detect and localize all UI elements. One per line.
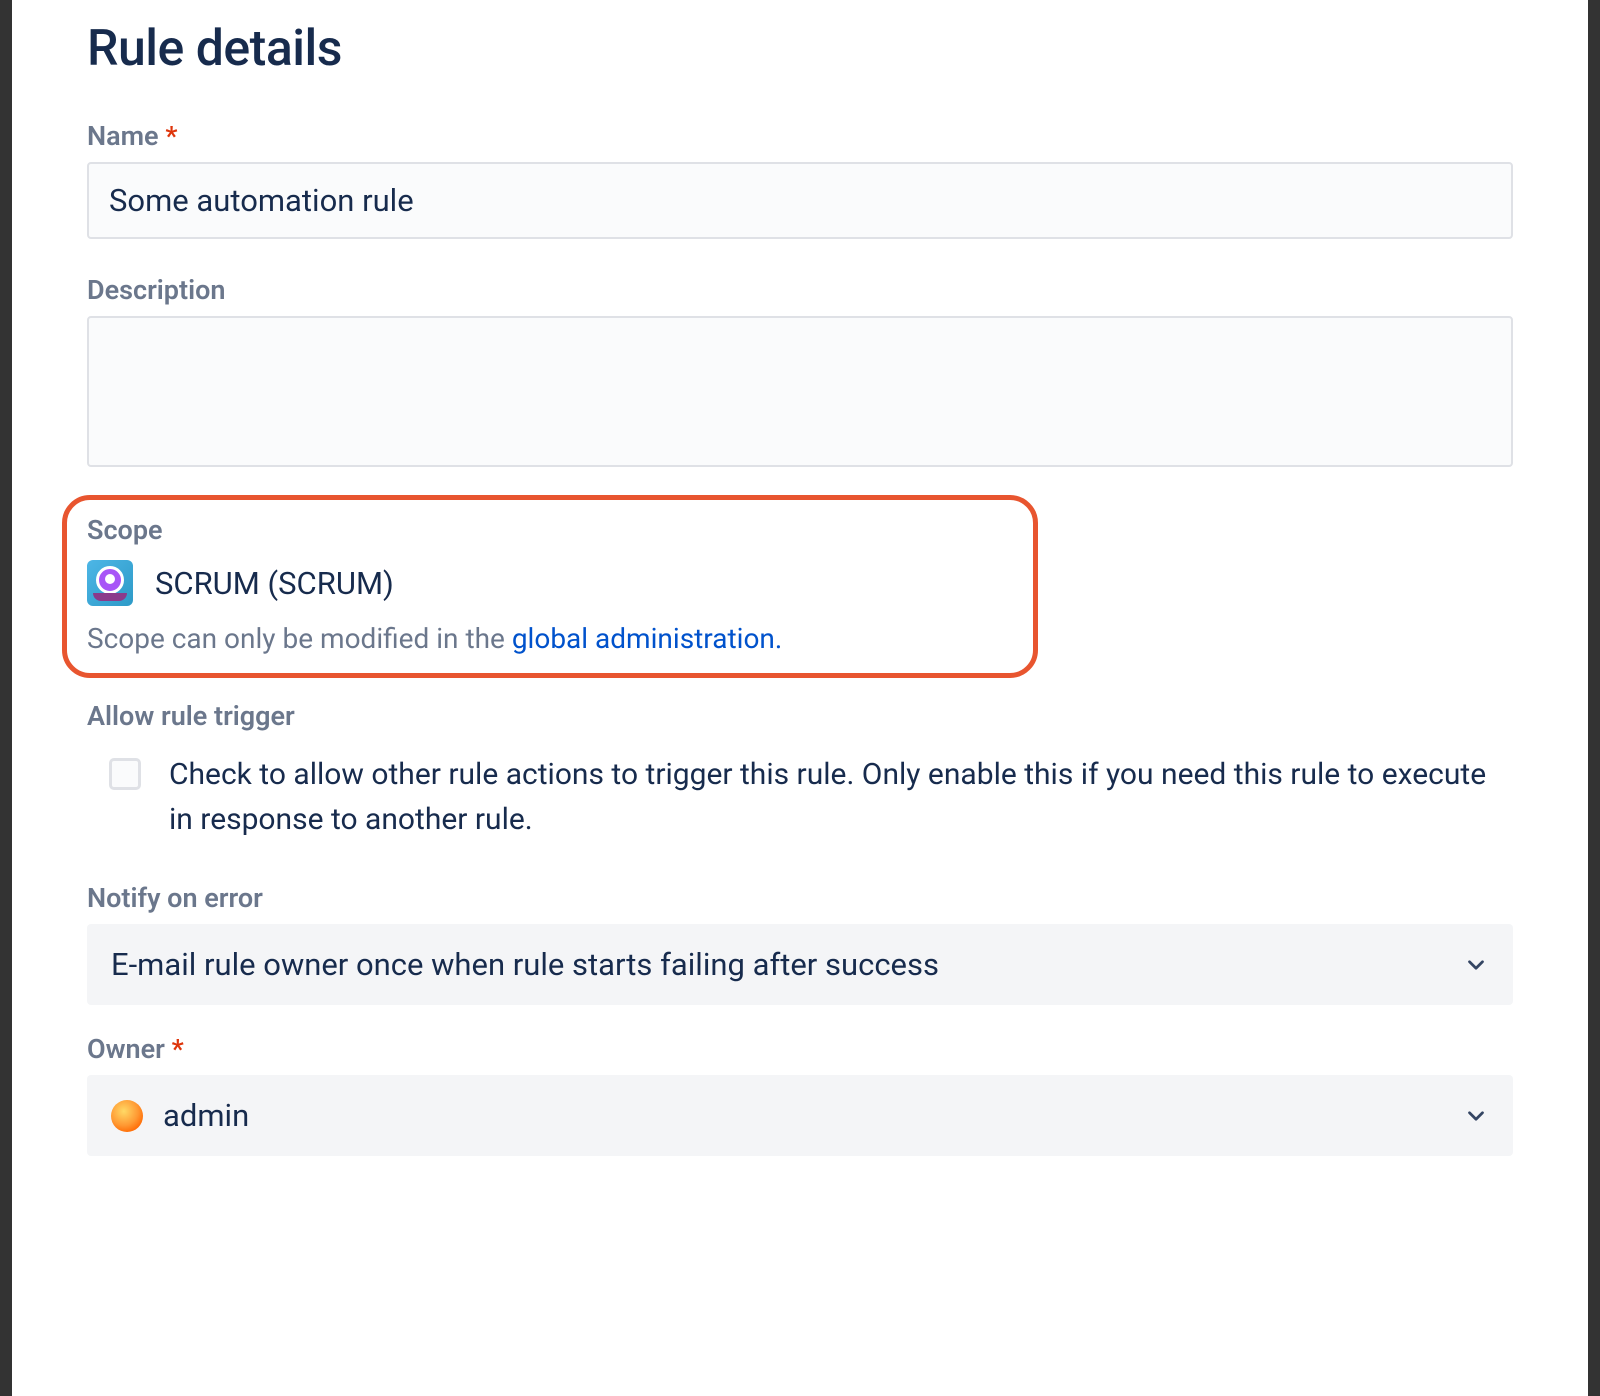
notify-on-error-group: Notify on error E-mail rule owner once w… — [87, 882, 1513, 1005]
owner-select[interactable]: admin — [87, 1075, 1513, 1156]
notify-on-error-label: Notify on error — [87, 882, 1513, 914]
name-field-group: Name * — [87, 120, 1513, 239]
description-label: Description — [87, 274, 1513, 306]
description-input[interactable] — [87, 316, 1513, 467]
owner-group: Owner * admin — [87, 1033, 1513, 1156]
owner-label: Owner * — [87, 1033, 1513, 1065]
allow-trigger-checkbox[interactable] — [109, 758, 141, 790]
name-input[interactable] — [87, 162, 1513, 239]
global-administration-link[interactable]: global administration. — [512, 622, 782, 655]
scope-hint-text: Scope can only be modified in the — [87, 622, 512, 655]
scope-project-row: SCRUM (SCRUM) — [87, 560, 1013, 606]
page-title: Rule details — [87, 20, 1513, 78]
name-label: Name * — [87, 120, 1513, 152]
chevron-down-icon — [1463, 1103, 1489, 1129]
notify-on-error-select[interactable]: E-mail rule owner once when rule starts … — [87, 924, 1513, 1005]
description-field-group: Description — [87, 274, 1513, 471]
required-asterisk: * — [165, 120, 177, 152]
scope-section-highlight: Scope SCRUM (SCRUM) Scope can only be mo… — [62, 495, 1038, 678]
project-avatar-icon — [87, 560, 133, 606]
scope-label: Scope — [87, 514, 1013, 546]
name-label-text: Name — [87, 120, 159, 152]
allow-trigger-group: Allow rule trigger Check to allow other … — [87, 700, 1513, 842]
chevron-down-icon — [1463, 952, 1489, 978]
notify-on-error-value: E-mail rule owner once when rule starts … — [111, 946, 939, 983]
user-avatar-icon — [111, 1100, 143, 1132]
owner-value: admin — [163, 1097, 249, 1134]
allow-trigger-checkbox-label: Check to allow other rule actions to tri… — [169, 752, 1513, 842]
owner-label-text: Owner — [87, 1033, 165, 1065]
allow-trigger-label: Allow rule trigger — [87, 700, 1513, 732]
allow-trigger-row: Check to allow other rule actions to tri… — [87, 742, 1513, 842]
scope-hint: Scope can only be modified in the global… — [87, 622, 1013, 655]
required-asterisk: * — [172, 1033, 184, 1065]
scope-project-name: SCRUM (SCRUM) — [155, 565, 394, 602]
